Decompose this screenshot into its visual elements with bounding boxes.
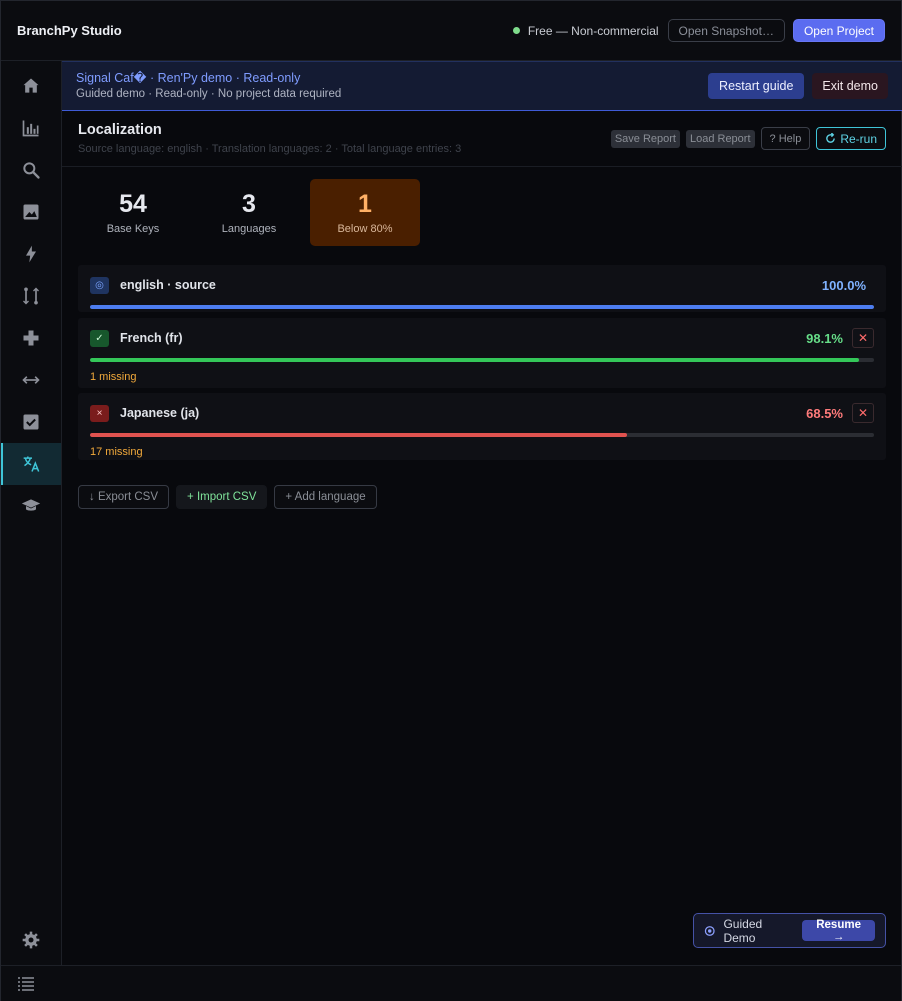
source-language-icon: ◎ bbox=[90, 276, 109, 294]
missing-count: 17 missing bbox=[90, 446, 143, 458]
home-icon bbox=[23, 78, 39, 93]
demo-banner: Signal Caf� · Ren'Py demo · Read-only Gu… bbox=[62, 61, 902, 111]
language-row-header: ✓ French (fr) 98.1% ✕ bbox=[90, 318, 874, 358]
refresh-icon bbox=[826, 133, 836, 143]
missing-count: 1 missing bbox=[90, 371, 137, 383]
language-percent: 100.0% bbox=[821, 277, 866, 293]
stat-label: Below 80% bbox=[337, 223, 393, 235]
license-status-text: Free — Non-commercial bbox=[527, 23, 659, 38]
progress-bar bbox=[90, 358, 874, 362]
sidebar-item-checks[interactable] bbox=[1, 401, 61, 443]
sidebar-item-compare[interactable] bbox=[1, 359, 61, 401]
open-snapshot-button[interactable]: Open Snapshot… bbox=[667, 19, 785, 42]
page-header: Localization Source language: english · … bbox=[62, 111, 902, 167]
csv-actions: ↓ Export CSV + Import CSV + Add language bbox=[78, 485, 377, 509]
header-actions: Save Report Load Report ? Help Re-run bbox=[610, 127, 886, 150]
stats-row: 54 Base Keys 3 Languages 1 Below 80% bbox=[78, 179, 420, 246]
sidebar-item-home[interactable] bbox=[1, 65, 61, 107]
plus-icon bbox=[23, 330, 39, 346]
sidebar-item-learn[interactable] bbox=[1, 485, 61, 527]
stat-label: Base Keys bbox=[106, 223, 160, 235]
top-bar-actions: Free — Non-commercial Open Snapshot… Ope… bbox=[512, 19, 885, 42]
license-status: Free — Non-commercial bbox=[512, 23, 659, 38]
guided-demo-label: Guided Demo bbox=[723, 916, 763, 945]
stat-value: 3 bbox=[242, 190, 256, 218]
language-row-source: ◎ english · source 100.0% bbox=[78, 265, 886, 312]
check-icon: ✓ bbox=[90, 329, 109, 347]
open-project-button[interactable]: Open Project bbox=[792, 19, 885, 42]
sidebar-item-add[interactable] bbox=[1, 317, 61, 359]
sidebar-item-search[interactable] bbox=[1, 149, 61, 191]
image-icon bbox=[23, 204, 39, 220]
add-language-button[interactable]: + Add language bbox=[274, 485, 377, 509]
stat-label: Languages bbox=[221, 223, 277, 235]
language-row-japanese: × Japanese (ja) 68.5% ✕ 17 missing bbox=[78, 393, 886, 460]
app-title: BranchPy Studio bbox=[17, 23, 122, 38]
graduation-icon bbox=[21, 499, 41, 511]
sidebar bbox=[1, 61, 62, 966]
progress-bar-fill bbox=[90, 305, 874, 309]
rerun-button[interactable]: Re-run bbox=[816, 127, 886, 150]
save-report-button[interactable]: Save Report bbox=[610, 129, 680, 148]
target-icon bbox=[704, 925, 715, 936]
stat-languages: 3 Languages bbox=[194, 179, 304, 246]
stat-base-keys: 54 Base Keys bbox=[78, 179, 188, 246]
exit-demo-button[interactable]: Exit demo bbox=[812, 73, 888, 99]
sidebar-item-events[interactable] bbox=[1, 233, 61, 275]
language-row-header: × Japanese (ja) 68.5% ✕ bbox=[90, 393, 874, 433]
list-icon bbox=[18, 977, 34, 991]
export-csv-button[interactable]: ↓ Export CSV bbox=[78, 485, 170, 509]
language-percent: 68.5% bbox=[806, 405, 843, 421]
search-icon bbox=[23, 162, 40, 179]
error-icon: × bbox=[90, 404, 109, 422]
stat-value: 54 bbox=[119, 190, 147, 218]
progress-bar-fill bbox=[90, 433, 628, 437]
language-name: english · source bbox=[120, 278, 216, 292]
arrows-icon bbox=[22, 376, 40, 384]
language-row-french: ✓ French (fr) 98.1% ✕ 1 missing bbox=[78, 318, 886, 388]
rerun-label: Re-run bbox=[840, 131, 877, 146]
branch-icon bbox=[23, 287, 39, 305]
status-dot-icon bbox=[512, 27, 520, 34]
sidebar-item-localization[interactable] bbox=[1, 443, 61, 485]
stat-value: 1 bbox=[358, 190, 372, 218]
sidebar-item-branches[interactable] bbox=[1, 275, 61, 317]
banner-actions: Restart guide Exit demo bbox=[708, 73, 888, 99]
remove-language-button[interactable]: ✕ bbox=[852, 328, 874, 348]
progress-bar bbox=[90, 433, 874, 437]
language-name: French (fr) bbox=[120, 331, 183, 345]
restart-guide-button[interactable]: Restart guide bbox=[708, 73, 805, 99]
sidebar-item-media[interactable] bbox=[1, 191, 61, 233]
gear-icon bbox=[22, 931, 40, 949]
app-window: BranchPy Studio Free — Non-commercial Op… bbox=[0, 0, 902, 1001]
sidebar-item-charts[interactable] bbox=[1, 107, 61, 149]
bolt-icon bbox=[26, 245, 36, 263]
bottom-bar bbox=[1, 965, 901, 1001]
progress-bar-fill bbox=[90, 358, 860, 362]
remove-language-button[interactable]: ✕ bbox=[852, 403, 874, 423]
import-csv-button[interactable]: + Import CSV bbox=[176, 485, 268, 509]
panel-toggle-button[interactable] bbox=[17, 976, 35, 997]
chart-icon bbox=[22, 120, 39, 137]
load-report-button[interactable]: Load Report bbox=[685, 129, 755, 148]
stat-below-threshold: 1 Below 80% bbox=[310, 179, 420, 246]
help-button[interactable]: ? Help bbox=[760, 127, 811, 150]
guided-demo-panel: Guided Demo Resume → bbox=[693, 913, 886, 948]
language-name: Japanese (ja) bbox=[120, 406, 200, 420]
progress-bar bbox=[90, 305, 874, 309]
resume-button[interactable]: Resume → bbox=[802, 919, 875, 943]
check-icon bbox=[23, 414, 39, 430]
top-bar: BranchPy Studio Free — Non-commercial Op… bbox=[1, 1, 901, 61]
translate-icon bbox=[23, 456, 40, 472]
language-percent: 98.1% bbox=[806, 330, 843, 346]
sidebar-item-settings[interactable] bbox=[1, 919, 61, 961]
language-row-header: ◎ english · source 100.0% bbox=[90, 265, 874, 305]
